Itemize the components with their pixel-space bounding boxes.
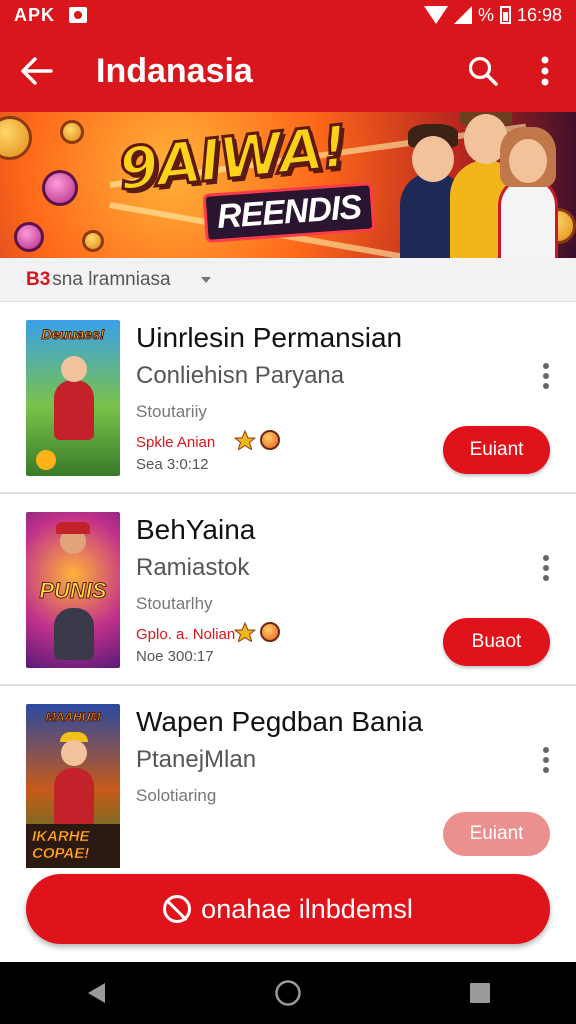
signal-icon xyxy=(453,6,472,24)
app-thumbnail[interactable]: PUNIS xyxy=(26,512,120,668)
category-filter[interactable]: B3 sna lramniasa xyxy=(0,258,576,302)
list-item[interactable]: PUNIS BehYaina Ramiastok Stoutarlhy Gplo… xyxy=(0,494,576,686)
thumbnail-title: PUNIS xyxy=(39,578,107,604)
promo-banner[interactable]: 9AIWA! REENDIS xyxy=(0,112,576,258)
app-bar: Indanasia xyxy=(0,30,576,112)
wifi-icon xyxy=(423,6,448,24)
reward-icons xyxy=(234,430,280,452)
coin-icon xyxy=(14,222,44,252)
app-bar-actions xyxy=(452,30,576,112)
battery-percent: % xyxy=(477,4,494,25)
battery-icon xyxy=(499,6,511,24)
item-size: Spkle Anian xyxy=(136,434,216,451)
status-left-label: APK xyxy=(14,4,56,25)
item-category: Stoutarlhy xyxy=(136,594,213,613)
item-category: Stoutariiy xyxy=(136,402,207,421)
status-right-group: % 16:98 xyxy=(423,4,562,26)
coin-icon xyxy=(60,120,84,144)
get-button[interactable]: Euiant xyxy=(443,812,550,856)
item-subtitle: Conliehisn Paryana xyxy=(136,362,345,389)
item-title: BehYaina xyxy=(136,514,256,545)
get-button[interactable]: Buaot xyxy=(443,618,550,666)
reward-icons xyxy=(234,622,280,644)
notification-icon xyxy=(69,7,88,23)
search-icon[interactable] xyxy=(452,30,514,112)
status-bar: APK % 16:98 xyxy=(0,0,576,30)
app-title: Indanasia xyxy=(96,51,253,90)
item-date: Noe 300:17 xyxy=(136,648,214,665)
block-icon xyxy=(163,895,192,923)
star-icon xyxy=(234,430,256,452)
list-item[interactable]: Deuuaes! Uinrlesin Permansian Conliehisn… xyxy=(0,302,576,494)
get-button[interactable]: Euiant xyxy=(443,426,550,474)
item-category: Solotiaring xyxy=(136,786,217,805)
thumbnail-title-line: COPAE! xyxy=(32,845,90,863)
back-arrow-icon[interactable] xyxy=(0,30,72,112)
more-options-icon[interactable] xyxy=(532,740,560,780)
system-nav-bar xyxy=(0,962,576,1024)
filter-tag: B3 xyxy=(26,268,51,290)
thumbnail-title-line: IKARHE xyxy=(32,828,90,846)
coin-icon xyxy=(42,170,78,206)
gem-icon xyxy=(260,430,280,450)
app-thumbnail[interactable]: Deuuaes! xyxy=(26,320,120,476)
install-button[interactable]: onahae ilnbdemsl xyxy=(26,874,550,944)
star-icon xyxy=(234,622,256,644)
nav-recents-icon[interactable] xyxy=(450,962,510,1024)
item-date: Sea 3:0:12 xyxy=(136,456,209,473)
coin-icon xyxy=(0,116,32,160)
item-size: Gplo. a. Nolian xyxy=(136,626,236,643)
more-options-icon[interactable] xyxy=(532,356,560,396)
coin-icon xyxy=(82,230,104,252)
banner-subtitle: REENDIS xyxy=(202,182,376,243)
chevron-down-icon xyxy=(200,276,211,283)
item-subtitle: PtanejMlan xyxy=(136,746,257,773)
thumbnail-title: Deuuaes! xyxy=(41,326,105,343)
app-thumbnail[interactable]: IKARHE COPAE! xyxy=(26,824,120,868)
thumbnail-title: MAAHUM xyxy=(45,710,101,725)
item-subtitle: Ramiastok xyxy=(136,554,250,581)
item-title: Wapen Pegdban Bania xyxy=(136,706,423,737)
gem-icon xyxy=(260,622,280,642)
item-title: Uinrlesin Permansian xyxy=(136,322,403,353)
install-button-label: onahae ilnbdemsl xyxy=(201,893,413,924)
overflow-menu-icon[interactable] xyxy=(514,30,576,112)
more-options-icon[interactable] xyxy=(532,548,560,588)
nav-home-icon[interactable] xyxy=(258,962,318,1024)
filter-label: sna lramniasa xyxy=(52,268,171,290)
nav-back-icon[interactable] xyxy=(66,962,126,1024)
character-figure xyxy=(498,127,558,258)
status-time: 16:98 xyxy=(516,4,562,25)
